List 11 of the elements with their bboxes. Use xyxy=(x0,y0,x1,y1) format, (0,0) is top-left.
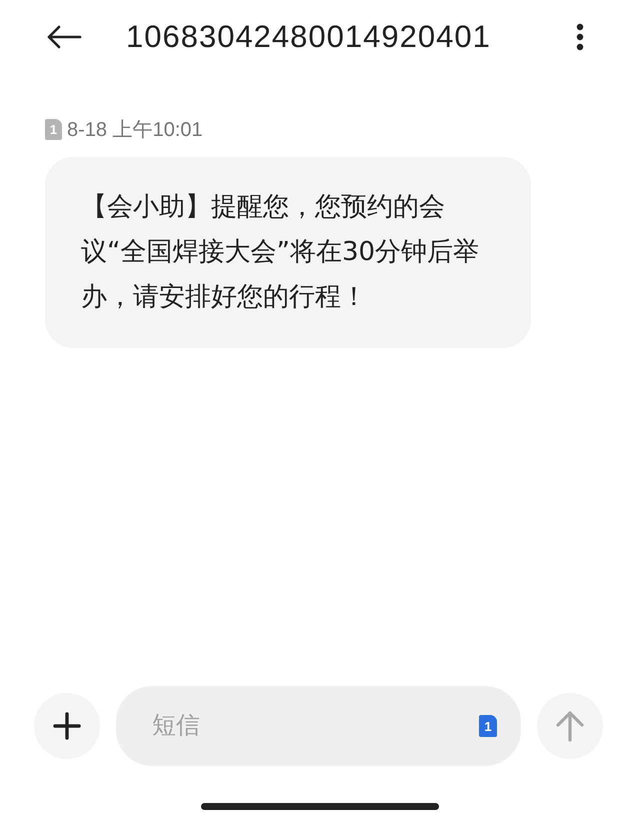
message-time: 8-18 上午10:01 xyxy=(67,118,203,143)
contact-number: 10683042480014920401 xyxy=(126,19,492,55)
plus-icon xyxy=(53,712,81,740)
more-menu-icon[interactable] xyxy=(576,23,584,51)
home-indicator[interactable] xyxy=(201,802,439,810)
back-icon[interactable] xyxy=(46,25,82,49)
up-arrow-icon xyxy=(555,710,585,742)
sim-card-badge[interactable]: 1 xyxy=(479,715,497,737)
message-bubble: 【会小助】提醒您，您预约的会议“全国焊接大会”将在30分钟后举办，请安排好您的行程！ xyxy=(45,157,531,348)
message-field[interactable]: 短信 1 xyxy=(116,686,521,766)
sim-card-badge: 1 xyxy=(45,119,62,140)
